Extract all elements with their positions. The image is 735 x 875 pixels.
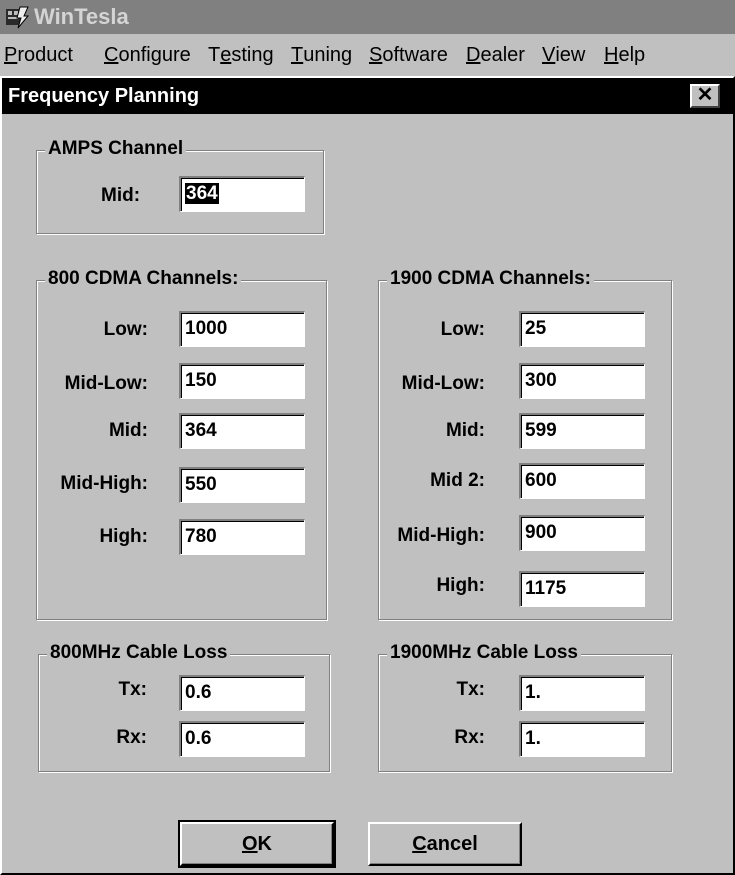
loss1900-tx-label: Tx: <box>456 679 486 700</box>
cdma800-high-field[interactable]: 780 <box>179 519 305 555</box>
menu-configure[interactable]: Configure <box>104 44 191 67</box>
frequency-planning-dialog: Frequency Planning ✕ AMPS Channel Mid: 3… <box>0 76 735 875</box>
cdma1900-title: 1900 CDMA Channels: <box>387 268 594 290</box>
menu-testing[interactable]: Testing <box>208 44 274 67</box>
dialog-title-bar[interactable]: Frequency Planning ✕ <box>2 78 733 114</box>
window-title: WinTesla <box>34 4 129 29</box>
cdma1900-high-field[interactable]: 1175 <box>519 571 645 607</box>
amps-channel-title: AMPS Channel <box>45 138 187 160</box>
cdma1900-midlow-label: Mid-Low: <box>401 373 485 394</box>
loss800-group: 800MHz Cable Loss Tx: 0.6 Rx: 0.6 <box>38 642 330 772</box>
cdma800-low-label: Low: <box>103 319 148 340</box>
cdma800-title: 800 CDMA Channels: <box>45 268 242 290</box>
amps-mid-label: Mid: <box>101 185 141 206</box>
loss800-rx-label: Rx: <box>116 727 147 748</box>
cdma800-midhigh-field[interactable]: 550 <box>179 467 305 503</box>
loss1900-title: 1900MHz Cable Loss <box>387 642 581 664</box>
loss800-title: 800MHz Cable Loss <box>47 642 231 664</box>
loss1900-rx-field[interactable]: 1. <box>519 721 645 757</box>
wintesla-app-icon <box>6 6 30 29</box>
close-button[interactable]: ✕ <box>690 84 720 108</box>
cdma1900-low-field[interactable]: 25 <box>519 311 645 347</box>
loss800-tx-label: Tx: <box>118 679 148 700</box>
cdma800-mid-label: Mid: <box>108 420 148 441</box>
cdma1900-midlow-field[interactable]: 300 <box>519 363 645 399</box>
loss1900-group: 1900MHz Cable Loss Tx: 1. Rx: 1. <box>378 642 672 772</box>
menu-product[interactable]: Product <box>4 44 73 67</box>
dialog-title: Frequency Planning <box>8 85 200 107</box>
cdma800-midlow-field[interactable]: 150 <box>179 363 305 399</box>
amps-channel-group: AMPS Channel Mid: 364 <box>36 138 324 234</box>
cdma1900-midhigh-label: Mid-High: <box>397 525 485 546</box>
menu-help[interactable]: Help <box>604 44 645 67</box>
ok-button[interactable]: OK <box>178 820 336 868</box>
menu-bar: Product Configure Testing Tuning Softwar… <box>0 36 735 74</box>
cdma800-low-field[interactable]: 1000 <box>179 311 305 347</box>
cdma800-midlow-label: Mid-Low: <box>64 373 148 394</box>
cdma800-high-label: High: <box>99 526 148 547</box>
cancel-button[interactable]: Cancel <box>368 822 522 866</box>
loss800-rx-field[interactable]: 0.6 <box>179 721 305 757</box>
menu-software[interactable]: Software <box>369 44 448 67</box>
cdma1900-group: 1900 CDMA Channels: Low: 25 Mid-Low: 300… <box>378 268 672 620</box>
menu-dealer[interactable]: Dealer <box>466 44 525 67</box>
close-icon: ✕ <box>696 84 714 106</box>
menu-view[interactable]: View <box>542 44 585 67</box>
cdma1900-mid-field[interactable]: 599 <box>519 413 645 449</box>
window-title-bar[interactable]: WinTesla <box>0 0 735 34</box>
menu-tuning[interactable]: Tuning <box>291 44 352 67</box>
cdma1900-mid2-field[interactable]: 600 <box>519 463 645 499</box>
cdma800-group: 800 CDMA Channels: Low: 1000 Mid-Low: 15… <box>36 268 327 620</box>
cdma1900-mid-label: Mid: <box>445 420 485 441</box>
loss800-tx-field[interactable]: 0.6 <box>179 675 305 711</box>
cdma1900-midhigh-field[interactable]: 900 <box>519 515 645 551</box>
cdma800-mid-field[interactable]: 364 <box>179 413 305 449</box>
loss1900-tx-field[interactable]: 1. <box>519 675 645 711</box>
cdma800-midhigh-label: Mid-High: <box>60 473 148 494</box>
cdma1900-low-label: Low: <box>440 319 485 340</box>
cdma1900-high-label: High: <box>436 575 485 596</box>
loss1900-rx-label: Rx: <box>454 727 485 748</box>
amps-mid-field[interactable]: 364 <box>179 176 305 212</box>
cdma1900-mid2-label: Mid 2: <box>430 470 485 491</box>
